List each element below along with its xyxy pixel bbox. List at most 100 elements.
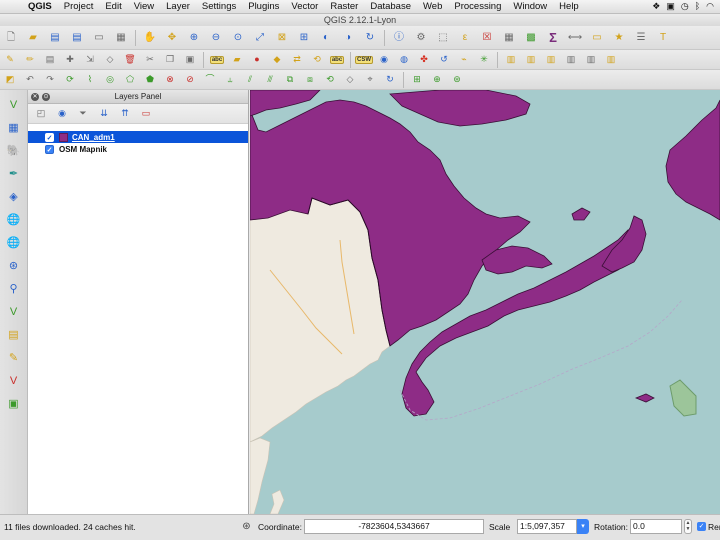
rotate-point-symbols-icon[interactable]: ⟲ [322,72,338,88]
trace-icon[interactable]: ↻ [382,72,398,88]
delete-ring-icon[interactable]: ⊗ [162,72,178,88]
pin-labels-icon[interactable]: ▰ [229,52,245,68]
add-group-layer-icon[interactable]: ◉ [55,107,69,121]
menu-web[interactable]: Web [417,0,448,14]
rotation-field[interactable]: 0.0 [630,519,682,534]
add-wcs-layer-icon[interactable]: 🌐 [4,234,24,252]
move-feature-icon[interactable]: ⇲ [82,52,98,68]
canada-flag-icon[interactable]: ✤ [416,52,432,68]
text-annotation-icon[interactable]: T [654,29,672,47]
layer-visibility-checkbox[interactable]: ✓ [45,132,54,142]
menu-window[interactable]: Window [507,0,553,14]
python-console-icon[interactable]: ⌁ [456,52,472,68]
merge-attributes-icon[interactable]: ⧈ [302,72,318,88]
add-spatialite-layer-icon[interactable]: ✒ [4,165,24,183]
delete-selected-icon[interactable]: 🗑 [122,52,138,68]
add-delimited-text-layer-icon[interactable]: ⚲ [4,280,24,298]
style-manager-icon[interactable]: ◰ [34,107,48,121]
render-checkbox[interactable]: ✓ [697,522,706,531]
copy-features-icon[interactable]: ❐ [162,52,178,68]
coordinate-toggle-icon[interactable]: ⊛ [240,520,253,533]
add-ring-icon[interactable]: ◎ [102,72,118,88]
node-tool-icon[interactable]: ◇ [102,52,118,68]
toggle-editing-icon[interactable]: ✏ [22,52,38,68]
cut-features-icon[interactable]: ✂ [142,52,158,68]
save-edits-icon[interactable]: ▤ [42,52,58,68]
add-group-icon[interactable]: ⊞ [409,72,425,88]
add-feature-icon[interactable]: ✚ [62,52,78,68]
zoom-in-icon[interactable]: ⊕ [185,29,203,47]
menu-app-name[interactable]: QGIS [22,0,58,14]
show-bookmarks-icon[interactable]: ☰ [632,29,650,47]
menu-settings[interactable]: Settings [196,0,242,14]
rotate-label-icon[interactable]: ⟲ [309,52,325,68]
add-vector-layer-icon[interactable]: V [4,96,24,114]
snapping-icon[interactable]: ⌖ [362,72,378,88]
move-label-icon[interactable]: ⇄ [289,52,305,68]
offset-curve-icon[interactable]: ⥿ [222,72,238,88]
field-calculator-icon[interactable]: ▩ [522,29,540,47]
pin-diagrams-icon[interactable]: ◆ [269,52,285,68]
add-virtual-layer-icon[interactable]: ✎ [4,349,24,367]
zoom-to-layer-icon[interactable]: ⊞ [295,29,313,47]
add-mssql-layer-icon[interactable]: ◈ [4,188,24,206]
pan-to-selection-icon[interactable]: ✥ [163,29,181,47]
action-icon[interactable]: ⚙ [412,29,430,47]
map-tips-icon[interactable]: ▭ [588,29,606,47]
time-machine-icon[interactable]: ◷ [681,1,689,12]
label-tool-icon[interactable]: abc [209,52,225,68]
metasearch-icon[interactable]: ◉ [376,52,392,68]
new-spatialite-layer-icon[interactable]: ▤ [4,326,24,344]
redo-icon[interactable]: ↷ [42,72,58,88]
menu-raster[interactable]: Raster [324,0,364,14]
open-attribute-table-icon[interactable]: ▦ [500,29,518,47]
zoom-last-icon[interactable]: ◐ [317,29,335,47]
zoom-native-icon[interactable]: ⊙ [229,29,247,47]
add-selection-icon[interactable]: ⊛ [449,72,465,88]
scale-dropdown-icon[interactable]: ▾ [577,519,589,534]
undo-icon[interactable]: ↶ [22,72,38,88]
new-shapefile-layer-icon[interactable]: V [4,303,24,321]
layer-visibility-checkbox[interactable]: ✓ [45,144,54,154]
collapse-all-icon[interactable]: ⇈ [118,107,132,121]
coordinate-field[interactable]: -7823604,5343667 [304,519,484,534]
add-postgis-layer-icon[interactable]: 🐘 [4,142,24,160]
zoom-out-icon[interactable]: ⊖ [207,29,225,47]
layer-row-osm-mapnik[interactable]: ✓ OSM Mapnik [28,143,248,155]
evernote-icon[interactable]: ▣ [666,1,675,12]
save-project-icon[interactable]: ▤ [46,29,64,47]
raster-contrast-icon[interactable]: ▥ [583,52,599,68]
new-temporary-layer-icon[interactable]: ▣ [4,395,24,413]
zoom-full-icon[interactable]: ⤢ [251,29,269,47]
add-layer-group-icon[interactable]: ⊕ [429,72,445,88]
highlight-pinned-icon[interactable]: ● [249,52,265,68]
raster-local-stretch-icon[interactable]: ▥ [543,52,559,68]
menu-help[interactable]: Help [553,0,585,14]
select-features-icon[interactable]: ⬚ [434,29,452,47]
composer-manager-icon[interactable]: ▦ [112,29,130,47]
menu-processing[interactable]: Processing [448,0,507,14]
pan-hand-icon[interactable]: ✋ [141,29,159,47]
vertex-tool-icon[interactable]: ◇ [342,72,358,88]
new-project-icon[interactable]: 🗋 [2,29,20,47]
save-as-icon[interactable]: ▤ [68,29,86,47]
rotation-spinner-icon[interactable]: ▲ ▼ [684,519,692,534]
add-part-icon[interactable]: ⬠ [122,72,138,88]
rotate-feature-icon[interactable]: ⟳ [62,72,78,88]
menu-view[interactable]: View [128,0,160,14]
zoom-next-icon[interactable]: ◑ [339,29,357,47]
reshape-features-icon[interactable]: ⌒ [202,72,218,88]
layer-row-can-adm1[interactable]: ✓ CAN_adm1 [28,131,248,143]
add-wms-layer-icon[interactable]: 🌐 [4,211,24,229]
statistics-icon[interactable]: Σ [544,29,562,47]
merge-features-icon[interactable]: ⧉ [282,72,298,88]
bluetooth-icon[interactable]: ᛒ [695,1,700,12]
identify-icon[interactable]: ⓘ [390,29,408,47]
raster-extra-icon[interactable]: ▥ [603,52,619,68]
new-print-composer-icon[interactable]: ▭ [90,29,108,47]
dropbox-icon[interactable]: ❖ [652,1,660,12]
raster-brightness-icon[interactable]: ▥ [563,52,579,68]
raster-stretch-icon[interactable]: ▥ [523,52,539,68]
globe-icon[interactable]: ◍ [396,52,412,68]
wifi-icon[interactable]: ◠ [706,1,714,12]
